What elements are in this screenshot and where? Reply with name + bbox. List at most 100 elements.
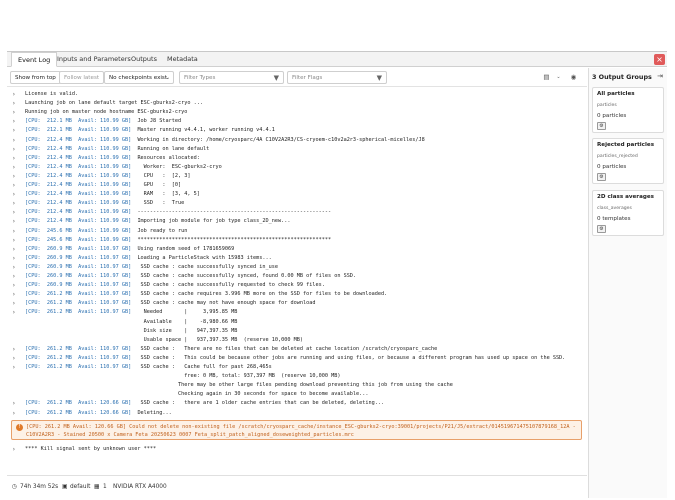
log-row: › [CPU: 261.2 MB Avail: 110.97 GB] SSD ca… (7, 299, 582, 308)
log-resource-stamp: [CPU: 261.2 MB Avail: 110.97 GB] (25, 300, 132, 307)
output-groups-title: 3 Output Groups (592, 73, 652, 81)
log-row: › [CPU: 260.9 MB Avail: 110.97 GB] SSD ca… (7, 272, 582, 281)
tab-inputs-parameters[interactable]: Inputs and Parameters (51, 52, 137, 67)
chevron-right-icon[interactable]: › (12, 181, 16, 190)
chevron-right-icon[interactable]: › (12, 245, 16, 254)
log-row: free: 0 MB, total: 937,397 MB (reserve 1… (7, 372, 582, 381)
log-message: SSD cache : Cache full for past 268,465s (137, 364, 272, 370)
filter-types-placeholder: Filter Types (184, 75, 216, 81)
chevron-right-icon[interactable]: › (12, 236, 16, 245)
chevron-right-icon[interactable]: › (12, 108, 16, 117)
error-log-entry: ! [CPU: 261.2 MB Avail: 120.66 GB] Could … (11, 419, 582, 440)
log-resource-stamp: [CPU: 212.4 MB Avail: 110.99 GB] (25, 163, 132, 170)
output-group-action-icon[interactable]: ⚙ (597, 225, 606, 233)
output-group-action-icon[interactable]: ⚙ (597, 122, 606, 130)
log-resource-stamp: [CPU: 260.9 MB Avail: 110.97 GB] (25, 245, 132, 252)
log-message: SSD cache : cache requires 3.996 MB more… (137, 291, 388, 298)
log-resource-stamp: [CPU: 212.4 MB Avail: 110.99 GB] (25, 136, 132, 143)
clock-icon: ◷ (12, 484, 18, 490)
log-resource-stamp: [CPU: 212.4 MB Avail: 110.99 GB] (25, 218, 132, 225)
checkpoints-select[interactable]: No checkpoints exist ⌄ (104, 71, 174, 84)
chevron-right-icon[interactable]: › (12, 208, 16, 217)
kill-signal-message: **** Kill signal sent by unknown user **… (25, 445, 157, 452)
show-from-top-button[interactable]: Show from top (10, 71, 61, 84)
gpu-name: NVIDIA RTX A4000 (113, 484, 167, 490)
tab-metadata[interactable]: Metadata (161, 52, 204, 67)
log-resource-stamp: [CPU: 212.4 MB Avail: 110.99 GB] (25, 172, 132, 179)
chevron-right-icon[interactable]: › (12, 363, 16, 372)
log-message: Job J8 Started (137, 118, 182, 125)
lane-icon: ▣ (62, 484, 68, 490)
log-message: Checking again in 30 seconds for space t… (25, 391, 369, 398)
checkpoints-label: No checkpoints exist (109, 75, 168, 81)
chevron-right-icon[interactable]: › (12, 172, 16, 181)
filter-types-input[interactable]: Filter Types ▼ (179, 71, 284, 84)
log-resource-stamp: [CPU: 212.4 MB Avail: 110.99 GB] (25, 154, 132, 161)
log-message: ----------------------------------------… (137, 209, 332, 216)
output-group-card[interactable]: 2D class averages class_averages 0 templ… (592, 190, 664, 236)
log-row: › [CPU: 212.1 MB Avail: 110.99 GB] Master… (7, 126, 582, 135)
log-row: › [CPU: 261.2 MB Avail: 110.97 GB] Needed… (7, 308, 582, 317)
log-resource-stamp: [CPU: 261.2 MB Avail: 120.66 GB] (25, 400, 132, 407)
tab-outputs[interactable]: Outputs (125, 52, 163, 67)
job-panel: Event Log Inputs and Parameters Outputs … (7, 51, 667, 498)
log-resource-stamp: [CPU: 260.9 MB Avail: 110.97 GB] (25, 273, 132, 279)
chevron-right-icon[interactable]: › (12, 227, 16, 236)
chevron-right-icon[interactable]: › (12, 263, 16, 272)
filter-icon: ▼ (273, 74, 279, 82)
log-row: › [CPU: 261.2 MB Avail: 120.66 GB] Deleti… (7, 409, 582, 418)
log-resource-stamp: [CPU: 261.2 MB Avail: 110.97 GB] (25, 345, 132, 352)
expand-panel-icon[interactable]: ⇥ (657, 72, 663, 80)
log-row: › License is valid. (7, 90, 582, 99)
follow-latest-button[interactable]: Follow latest (59, 71, 105, 84)
chevron-right-icon[interactable]: › (12, 399, 16, 408)
chevron-right-icon[interactable]: › (12, 272, 16, 281)
chevron-right-icon[interactable]: › (12, 190, 16, 199)
log-resource-stamp: [CPU: 245.6 MB Avail: 110.99 GB] (25, 227, 132, 234)
download-menu-chevron-icon[interactable]: ⌄ (552, 71, 565, 84)
chevron-right-icon[interactable]: › (12, 154, 16, 163)
output-group-action-icon[interactable]: ⚙ (597, 173, 606, 181)
log-message: Needed | 3,995.85 MB (137, 309, 238, 316)
chevron-right-icon[interactable]: › (12, 163, 16, 172)
log-message: Running on lane default (137, 145, 210, 152)
chevron-right-icon[interactable]: › (12, 145, 16, 154)
close-icon[interactable]: × (654, 54, 665, 65)
chevron-right-icon[interactable]: › (12, 99, 16, 108)
output-group-title: Rejected particles (597, 142, 655, 148)
chevron-right-icon[interactable]: › (12, 445, 16, 454)
log-resource-stamp: [CPU: 212.4 MB Avail: 110.99 GB] (25, 182, 132, 188)
log-resource-stamp: [CPU: 261.2 MB Avail: 110.97 GB] (25, 364, 132, 370)
log-message: SSD cache : cache may not have enough sp… (137, 300, 316, 307)
chevron-right-icon[interactable]: › (12, 290, 16, 299)
chevron-right-icon[interactable]: › (12, 299, 16, 308)
log-row: › [CPU: 245.6 MB Avail: 110.99 GB] ******… (7, 236, 582, 245)
output-group-card[interactable]: All particles particles 0 particles ⚙ (592, 87, 664, 133)
chevron-right-icon[interactable]: › (12, 136, 16, 145)
chevron-right-icon[interactable]: › (12, 117, 16, 126)
log-resource-stamp: [CPU: 260.9 MB Avail: 110.97 GB] (25, 263, 132, 270)
output-group-card[interactable]: Rejected particles particles_rejected 0 … (592, 138, 664, 184)
chevron-right-icon[interactable]: › (12, 409, 16, 418)
eye-icon[interactable]: ◉ (567, 71, 580, 84)
output-group-count: 0 particles (597, 164, 627, 170)
chevron-right-icon[interactable]: › (12, 354, 16, 363)
chevron-right-icon[interactable]: › (12, 281, 16, 290)
log-message: SSD cache : This could be because other … (137, 354, 566, 361)
log-row: Available | -8,980.66 MB (7, 318, 582, 327)
chevron-right-icon[interactable]: › (12, 345, 16, 354)
chevron-right-icon[interactable]: › (12, 308, 16, 317)
log-message: Disk size | 947,397.35 MB (25, 327, 238, 334)
chevron-right-icon[interactable]: › (12, 217, 16, 226)
chevron-right-icon[interactable]: › (12, 90, 16, 99)
chevron-right-icon[interactable]: › (12, 254, 16, 263)
log-resource-stamp: [CPU: 260.9 MB Avail: 110.97 GB] (25, 282, 132, 289)
chevron-right-icon[interactable]: › (12, 126, 16, 135)
log-toolbar: Show from top Follow latest No checkpoin… (7, 68, 587, 87)
output-groups-panel: 3 Output Groups ⇥ All particles particle… (588, 68, 667, 498)
filter-flags-input[interactable]: Filter Flags ▼ (287, 71, 387, 84)
log-row: › Running job on master node hostname ESC… (7, 108, 582, 117)
log-row: › [CPU: 261.2 MB Avail: 110.97 GB] SSD ca… (7, 363, 582, 372)
log-row: There may be other large files pending d… (7, 381, 582, 390)
chevron-right-icon[interactable]: › (12, 199, 16, 208)
